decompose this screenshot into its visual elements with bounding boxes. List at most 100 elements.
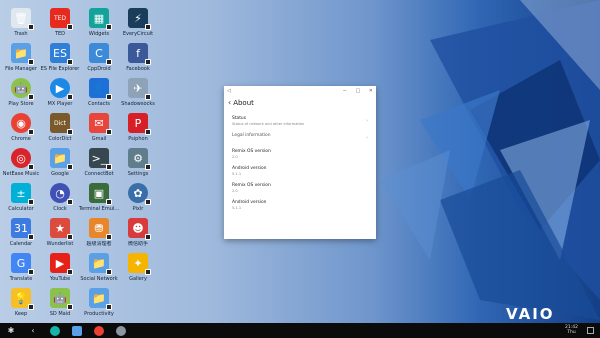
chrome-taskbar-icon	[94, 325, 104, 336]
desktop-icon-label: Productivity	[84, 311, 114, 317]
shortcut-badge-icon	[28, 269, 34, 275]
shortcut-badge-icon	[28, 164, 34, 170]
desktop-icon[interactable]: P Psiphon	[115, 113, 161, 142]
circle-app-icon	[50, 325, 60, 336]
pixlr-icon: ✿	[128, 183, 151, 205]
shortcut-badge-icon	[67, 164, 73, 170]
mx-player-icon: ▶	[50, 78, 73, 100]
notification-icon[interactable]	[587, 327, 594, 334]
desktop-icon-label: Settings	[127, 171, 149, 177]
close-button[interactable]: ✕	[369, 88, 373, 94]
desktop-icon[interactable]: ✦ Gallery	[115, 253, 161, 282]
window-titlebar[interactable]: ◁ − □ ✕	[224, 86, 376, 95]
chevron-right-icon: ›	[366, 135, 368, 141]
shortcut-badge-icon	[28, 59, 34, 65]
about-list: Status Status of network and other inform…	[224, 110, 376, 211]
page-title: About	[233, 98, 254, 107]
back-icon: ‹	[31, 326, 35, 335]
taskbar-app-button[interactable]	[66, 323, 88, 338]
shortcut-badge-icon	[28, 129, 34, 135]
productivity-folder-icon: 📁	[89, 288, 112, 310]
shortcut-badge-icon	[28, 94, 34, 100]
shortcut-badge-icon	[145, 269, 151, 275]
desktop-icon[interactable]: ✈ Shadowsocks	[115, 78, 161, 107]
wechat-helper-icon: ☻	[128, 218, 151, 240]
shortcut-badge-icon	[145, 164, 151, 170]
item-subtitle: 5.1.1	[232, 206, 242, 210]
contacts-icon: 👤	[89, 78, 112, 100]
shortcut-badge-icon	[67, 129, 73, 135]
taskbar-app-button[interactable]	[88, 323, 110, 338]
desktop-icon[interactable]: ☻ 微信助手	[115, 218, 161, 247]
sd-maid-icon: 🤖	[50, 288, 73, 310]
taskbar-app-button[interactable]	[44, 323, 66, 338]
clock-icon: ◔	[50, 183, 73, 205]
settings-taskbar-icon	[116, 325, 126, 336]
connectbot-icon: >_	[89, 148, 112, 170]
shortcut-badge-icon	[106, 164, 112, 170]
shortcut-badge-icon	[67, 234, 73, 240]
shortcut-badge-icon	[106, 24, 112, 30]
wunderlist-icon: ★	[50, 218, 73, 240]
back-arrow-icon[interactable]: ‹	[228, 98, 231, 107]
clock[interactable]: 21:42 Thu	[565, 325, 578, 335]
desktop-icon-label: Shadowsocks	[121, 101, 155, 107]
keep-icon: 💡	[11, 288, 34, 310]
everycircuit-icon: ⚡	[128, 8, 151, 30]
google-folder-icon: 📁	[50, 148, 73, 170]
shortcut-badge-icon	[106, 234, 112, 240]
shortcut-badge-icon	[106, 199, 112, 205]
start-button[interactable]: ✱	[0, 323, 22, 338]
shortcut-badge-icon	[67, 199, 73, 205]
shortcut-badge-icon	[145, 129, 151, 135]
shortcut-badge-icon	[145, 234, 151, 240]
settings-about-window[interactable]: ◁ − □ ✕ ‹ About Status Status of network …	[224, 86, 376, 239]
desktop-icon[interactable]: ⚡ EveryCircuit	[115, 8, 161, 37]
taskbar-app-button[interactable]	[110, 323, 132, 338]
clock-day: Thu	[567, 330, 576, 335]
about-list-item[interactable]: Remix OS version 2.0	[232, 183, 368, 194]
about-list-item[interactable]: Status Status of network and other inform…	[232, 116, 368, 127]
desktop-icon[interactable]: ⚙ Settings	[115, 148, 161, 177]
desktop-icon[interactable]: f Facebook	[115, 43, 161, 72]
chevron-right-icon: ›	[366, 118, 368, 124]
settings-icon: ⚙	[128, 148, 151, 170]
desktop-icon[interactable]: 📁 Productivity	[76, 288, 122, 317]
item-title: Legal information	[232, 133, 271, 138]
trash-icon: 🗑	[11, 8, 34, 30]
shortcut-badge-icon	[67, 304, 73, 310]
shortcut-badge-icon	[28, 199, 34, 205]
app-bar: ‹ About	[224, 95, 376, 110]
remix-start-icon: ✱	[7, 326, 15, 335]
shortcut-badge-icon	[145, 94, 151, 100]
desktop-icon[interactable]: ✿ Pixlr	[115, 183, 161, 212]
shortcut-badge-icon	[106, 94, 112, 100]
shortcut-badge-icon	[67, 59, 73, 65]
colordict-icon: Dict	[50, 113, 73, 135]
taskbar: ✱ ‹ 21:42 Thu	[0, 323, 600, 338]
shortcut-badge-icon	[67, 269, 73, 275]
gmail-icon: ✉	[89, 113, 112, 135]
about-list-item[interactable]: Legal information ›	[232, 133, 368, 141]
about-list-item[interactable]: Android version 5.1.1	[232, 166, 368, 177]
vaio-logo: VAIO	[506, 305, 555, 323]
about-list-item[interactable]: Remix OS version 2.0	[232, 149, 368, 160]
files-taskbar-icon	[72, 325, 82, 336]
minimize-button[interactable]: −	[343, 88, 347, 94]
taskbar-back-button[interactable]: ‹	[22, 323, 44, 338]
shortcut-badge-icon	[106, 269, 112, 275]
desktop-icon-label: Pixlr	[132, 206, 144, 212]
play-store-icon: 🤖	[11, 78, 34, 100]
maximize-button[interactable]: □	[355, 88, 360, 94]
translate-icon: G	[11, 253, 34, 275]
item-subtitle: Status of network and other information	[232, 122, 305, 126]
cleaner-icon: ⛃	[89, 218, 112, 240]
ted-icon: TED	[50, 8, 73, 30]
shortcut-badge-icon	[106, 304, 112, 310]
about-list-item[interactable]: Android version 5.1.1	[232, 200, 368, 211]
item-subtitle: 2.0	[232, 155, 238, 159]
social-folder-icon: 📁	[89, 253, 112, 275]
desktop-icon-label: Gallery	[129, 276, 147, 282]
window-app-icon: ◁	[227, 87, 231, 94]
shortcut-badge-icon	[106, 59, 112, 65]
